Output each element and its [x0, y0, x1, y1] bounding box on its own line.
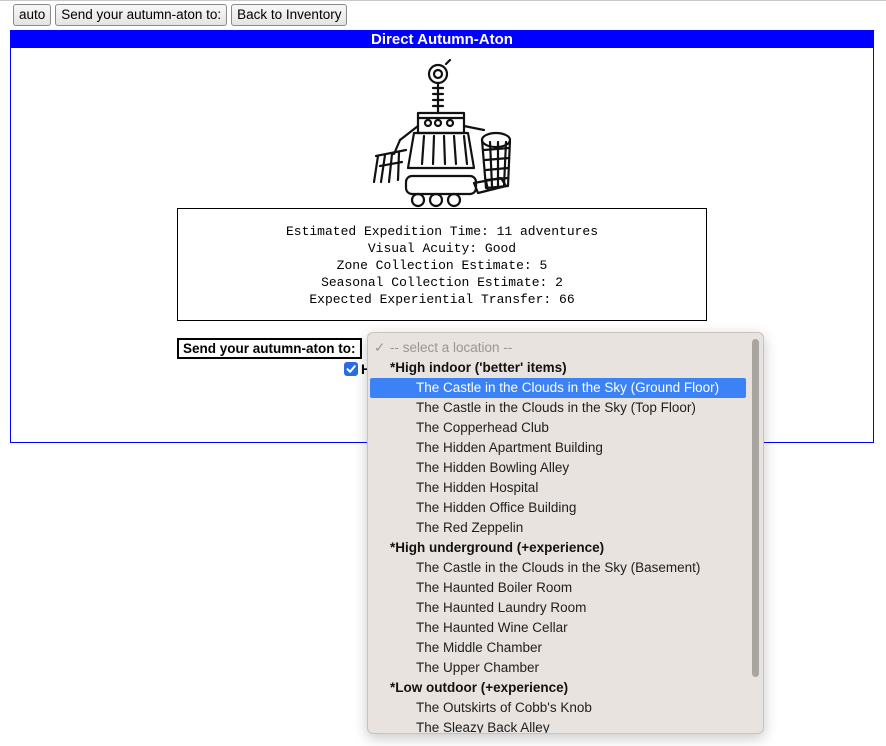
stat-visual-acuity: Visual Acuity: Good [367, 241, 517, 256]
checkmark-icon [346, 365, 356, 373]
dropdown-row-text: *High underground (+experience) [390, 540, 605, 555]
dropdown-row-text: The Hidden Bowling Alley [416, 460, 570, 475]
dropdown-row-text: The Copperhead Club [416, 420, 549, 435]
toolbar: auto Send your autumn-aton to: Back to I… [13, 4, 348, 26]
dropdown-option[interactable]: The Haunted Boiler Room [370, 578, 746, 598]
dropdown-option[interactable]: The Hidden Office Building [370, 498, 746, 518]
dropdown-row-text: The Castle in the Clouds in the Sky (Top… [416, 400, 696, 415]
back-to-inventory-button[interactable]: Back to Inventory [231, 4, 348, 26]
dropdown-option[interactable]: The Outskirts of Cobb's Knob [370, 698, 746, 718]
dropdown-row-text: The Middle Chamber [416, 640, 543, 655]
dropdown-row-text: The Haunted Boiler Room [416, 580, 573, 595]
stat-zone-collection: Zone Collection Estimate: 5 [336, 258, 548, 273]
dropdown-placeholder: ✓ -- select a location -- [370, 338, 746, 358]
dropdown-option[interactable]: The Haunted Wine Cellar [370, 618, 746, 638]
checkbox[interactable] [344, 362, 358, 376]
stat-seasonal-collection: Seasonal Collection Estimate: 2 [321, 275, 563, 290]
send-autumn-aton-button[interactable]: Send your autumn-aton to: [55, 4, 228, 26]
dropdown-row-text: The Red Zeppelin [416, 520, 524, 535]
dropdown-row-text: The Hidden Office Building [416, 500, 577, 515]
autumn-aton-robot-icon [366, 58, 512, 210]
dropdown-row-text: The Castle in the Clouds in the Sky (Gro… [416, 380, 720, 395]
dropdown-row-text: The Upper Chamber [416, 660, 540, 675]
dropdown-row-text: *Low outdoor (+experience) [390, 680, 569, 695]
dropdown-option[interactable]: The Copperhead Club [370, 418, 746, 438]
dropdown-row-text: -- select a location -- [390, 340, 513, 355]
dropdown-row-text: *High indoor ('better' items) [390, 360, 567, 375]
dropdown-option[interactable]: The Red Zeppelin [370, 518, 746, 538]
dropdown-option[interactable]: The Upper Chamber [370, 658, 746, 678]
dropdown-option[interactable]: The Hidden Bowling Alley [370, 458, 746, 478]
auto-button[interactable]: auto [13, 4, 52, 26]
dropdown-group-label: *High underground (+experience) [370, 538, 746, 558]
dropdown-scrollbar-thumb[interactable] [752, 339, 759, 677]
dropdown-option[interactable]: The Hidden Hospital [370, 478, 746, 498]
dropdown-option[interactable]: The Castle in the Clouds in the Sky (Gro… [370, 378, 746, 398]
dropdown-option[interactable]: The Hidden Apartment Building [370, 438, 746, 458]
stat-expedition-time: Estimated Expedition Time: 11 adventures [285, 224, 599, 239]
dropdown-row-text: The Hidden Apartment Building [416, 440, 603, 455]
expedition-stats-box: Estimated Expedition Time: 11 adventures… [177, 208, 707, 321]
dropdown-option[interactable]: The Middle Chamber [370, 638, 746, 658]
dropdown-group-label: *Low outdoor (+experience) [370, 678, 746, 698]
dropdown-row-text: The Haunted Wine Cellar [416, 620, 568, 635]
dropdown-row-text: The Haunted Laundry Room [416, 600, 587, 615]
dropdown-group-label: *High indoor ('better' items) [370, 358, 746, 378]
location-select-dropdown[interactable]: ✓ -- select a location -- *High indoor ('b… [367, 332, 764, 734]
dropdown-option[interactable]: The Haunted Laundry Room [370, 598, 746, 618]
dropdown-row-text: The Outskirts of Cobb's Knob [416, 700, 592, 715]
dropdown-row-text: The Hidden Hospital [416, 480, 539, 495]
dropdown-row-text: The Sleazy Back Alley [416, 720, 550, 734]
dropdown-option[interactable]: The Castle in the Clouds in the Sky (Top… [370, 398, 746, 418]
panel-title: Direct Autumn-Aton [11, 31, 873, 48]
send-autumn-aton-label: Send your autumn-aton to: [177, 338, 362, 359]
dropdown-row-text: The Castle in the Clouds in the Sky (Bas… [416, 560, 701, 575]
top-divider [0, 0, 886, 1]
dropdown-option[interactable]: The Sleazy Back Alley [370, 718, 746, 734]
dropdown-option[interactable]: The Castle in the Clouds in the Sky (Bas… [370, 558, 746, 578]
checkmark-icon: ✓ [374, 340, 386, 355]
stat-experiential-transfer: Expected Experiential Transfer: 66 [309, 292, 575, 307]
